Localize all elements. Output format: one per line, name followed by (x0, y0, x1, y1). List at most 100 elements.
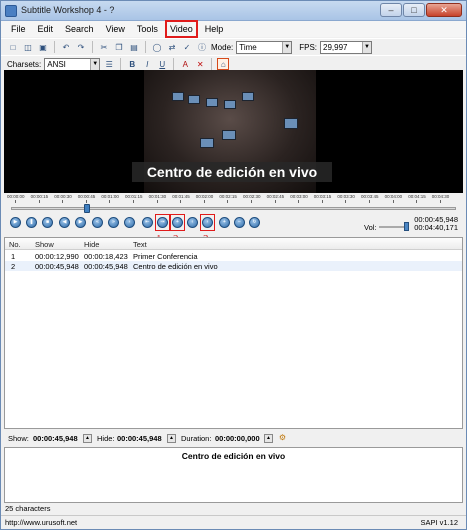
zoom-in-icon[interactable]: + (219, 217, 230, 228)
timeline-tick-label: 00:00:30 (54, 194, 72, 199)
lock-icon[interactable]: ⚙ (278, 434, 287, 443)
paste-icon[interactable]: ▤ (128, 41, 140, 53)
timeline-tick (109, 200, 111, 203)
seek-slider-thumb[interactable] (84, 204, 90, 213)
loop-icon[interactable]: ↻ (249, 217, 260, 228)
hide-time-field[interactable]: 00:00:45,948 (117, 434, 162, 443)
timeline-tick (180, 200, 182, 203)
table-row[interactable]: 1 00:00:12,990 00:00:18,423 Primer Confe… (5, 251, 462, 261)
mode-select[interactable]: Time ▼ (236, 40, 293, 54)
sapi-version: SAPI v1.12 (420, 518, 458, 527)
timeline-tick-label: 00:04:30 (431, 194, 450, 199)
timeline-tick (321, 200, 323, 203)
set-show-time-icon[interactable]: ⇤ (142, 217, 153, 228)
fps-select[interactable]: 29,997 ▼ (320, 40, 373, 54)
forward-icon[interactable]: ▶ (75, 217, 86, 228)
stop-icon[interactable]: ■ (42, 217, 53, 228)
timeline-tick-label: 00:00:45 (77, 194, 96, 199)
copy-icon[interactable]: ❐ (113, 41, 125, 53)
save-icon[interactable]: ▣ (37, 41, 49, 53)
column-header-show[interactable]: Show (35, 240, 54, 249)
subtitle-text-editor[interactable]: Centro de edición en vivo (4, 447, 463, 503)
maximize-button[interactable]: □ (403, 3, 425, 17)
remove-format-icon[interactable]: ✕ (194, 58, 206, 70)
subtitle-list[interactable]: No. Show Hide Text 1 00:00:12,990 00:00:… (4, 237, 463, 429)
duration-spinner[interactable]: ▲ (264, 434, 273, 443)
fast-rewind-icon[interactable]: « (92, 217, 103, 228)
cell-show: 00:00:12,990 (35, 252, 79, 261)
timeline-tick (251, 200, 252, 203)
duration-field[interactable]: 00:00:00,000 (215, 434, 260, 443)
info-icon[interactable]: ⓘ (196, 41, 208, 53)
rewind-icon[interactable]: ◀ (59, 217, 70, 228)
show-time-spinner[interactable]: ▲ (83, 434, 92, 443)
pause-icon[interactable]: ❚ (26, 217, 37, 228)
cell-no: 1 (11, 252, 16, 261)
previous-subtitle-icon[interactable]: ‹ (187, 217, 198, 228)
timeline-ruler[interactable]: 00:00:00 00:00:15 00:00:30 00:00:45 00:01:00… (4, 194, 463, 204)
list-icon[interactable]: ☰ (103, 58, 115, 70)
undo-icon[interactable]: ↶ (60, 41, 72, 53)
timeline-tick-label: 00:01:15 (125, 194, 143, 199)
timeline-tick (133, 200, 134, 203)
minimize-button[interactable]: – (380, 3, 402, 17)
hide-time-spinner[interactable]: ▲ (167, 434, 176, 443)
fast-forward-icon[interactable]: » (108, 217, 119, 228)
status-bar: http://www.urusoft.net SAPI v1.12 (1, 515, 466, 529)
replace-icon[interactable]: ⇄ (166, 41, 178, 53)
highlight-box-3 (200, 214, 215, 231)
close-button[interactable]: ✕ (426, 3, 462, 17)
text-color-icon[interactable]: A (179, 58, 191, 70)
cell-hide: 00:00:45,948 (84, 262, 128, 271)
app-window: Subtitle Workshop 4 - ? – □ ✕ File Edit … (0, 0, 467, 530)
column-header-hide[interactable]: Hide (84, 240, 99, 249)
timeline-tick-label: 00:00:00 (7, 194, 25, 199)
spell-check-icon[interactable]: ✓ (181, 41, 193, 53)
menu-video[interactable]: Video (164, 20, 198, 38)
redo-icon[interactable]: ↷ (75, 41, 87, 53)
next-frame-icon[interactable]: › (124, 217, 135, 228)
menu-file[interactable]: File (9, 23, 28, 35)
timeline-tick-label: 00:02:00 (195, 194, 214, 199)
menu-edit[interactable]: Edit (36, 23, 56, 35)
seek-slider[interactable] (11, 207, 456, 210)
timeline-tick-label: 00:03:00 (290, 194, 308, 199)
list-header: No. Show Hide Text (5, 238, 462, 250)
cut-icon[interactable]: ✂ (98, 41, 110, 53)
charset-value: ANSI (47, 59, 66, 69)
column-header-text[interactable]: Text (133, 240, 147, 249)
show-time-field[interactable]: 00:00:45,948 (33, 434, 78, 443)
website-link[interactable]: http://www.urusoft.net (5, 518, 77, 527)
video-preview[interactable]: Centro de edición en vivo (4, 70, 463, 193)
editor-text: Centro de edición en vivo (181, 451, 286, 461)
underline-icon[interactable]: U (156, 58, 168, 70)
column-header-no[interactable]: No. (9, 240, 21, 249)
mode-value: Time (239, 42, 257, 52)
menu-view[interactable]: View (104, 23, 127, 35)
timing-edit-bar: Show: 00:00:45,948 ▲ Hide: 00:00:45,948 … (4, 432, 463, 446)
menu-help[interactable]: Help (203, 23, 226, 35)
volume-slider-thumb[interactable] (404, 222, 409, 231)
timeline-tick (369, 200, 370, 203)
new-file-icon[interactable]: □ (7, 41, 19, 53)
open-folder-icon[interactable]: ◫ (22, 41, 34, 53)
search-icon[interactable]: ◯ (151, 41, 163, 53)
bold-icon[interactable]: B (126, 58, 138, 70)
timeline-tick-label: 00:04:00 (384, 194, 403, 199)
cell-no: 2 (11, 262, 16, 271)
cell-text: Primer Conferencia (133, 252, 198, 261)
menu-search[interactable]: Search (63, 23, 96, 35)
charset-select[interactable]: ANSI ▼ (44, 57, 101, 71)
play-icon[interactable]: ▶ (10, 217, 21, 228)
menu-tools[interactable]: Tools (135, 23, 160, 35)
italic-icon[interactable]: I (141, 58, 153, 70)
timeline-tick (203, 200, 205, 203)
timeline-tick (62, 200, 64, 203)
timeline-tick (345, 200, 347, 203)
zoom-out-icon[interactable]: − (234, 217, 245, 228)
highlight-box-1 (155, 214, 170, 231)
timeline-tick (227, 200, 229, 203)
table-row[interactable]: 2 00:00:45,948 00:00:45,948 Centro de ed… (5, 261, 462, 271)
home-icon[interactable]: ⌂ (217, 58, 230, 70)
cell-show: 00:00:45,948 (35, 262, 79, 271)
